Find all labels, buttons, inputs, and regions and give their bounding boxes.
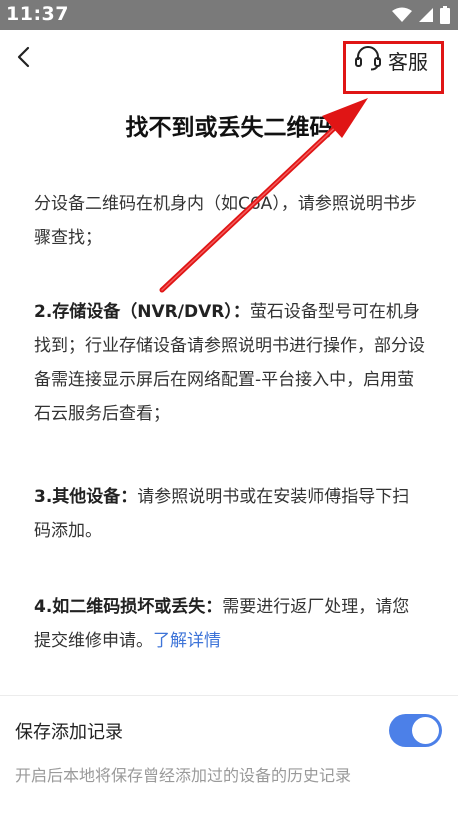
status-icons xyxy=(392,6,450,28)
toggle-knob xyxy=(412,717,439,744)
paragraph-1: 分设备二维码在机身内（如C6A），请参照说明书步骤查找； xyxy=(34,187,426,255)
status-bar: 11:37 xyxy=(0,0,458,30)
paragraph-2: 2.存储设备（NVR/DVR）：萤石设备型号可在机身找到；行业存储设备请参照说明… xyxy=(34,295,426,431)
battery-icon xyxy=(440,6,450,28)
save-record-toggle[interactable] xyxy=(389,714,442,747)
learn-more-link[interactable]: 了解详情 xyxy=(153,631,221,651)
paragraph-3: 3.其他设备：请参照说明书或在安装师傅指导下扫码添加。 xyxy=(34,480,426,548)
cellular-signal-icon xyxy=(418,7,434,27)
status-time: 11:37 xyxy=(6,3,69,25)
wifi-icon xyxy=(392,7,412,27)
save-record-label: 保存添加记录 xyxy=(15,722,123,743)
chevron-left-icon xyxy=(16,46,30,72)
paragraph-4-heading: 4.如二维码损坏或丢失： xyxy=(34,597,223,617)
annotation-highlight-box xyxy=(343,41,444,94)
paragraph-4: 4.如二维码损坏或丢失：需要进行返厂处理，请您提交维修申请。了解详情 xyxy=(34,590,426,658)
back-button[interactable] xyxy=(8,44,38,74)
paragraph-3-heading: 3.其他设备： xyxy=(34,487,138,507)
paragraph-1-text: 分设备二维码在机身内（如C6A），请参照说明书步骤查找； xyxy=(34,194,417,248)
paragraph-2-heading: 2.存储设备（NVR/DVR）： xyxy=(34,302,250,322)
page-title: 找不到或丢失二维码 xyxy=(125,115,333,141)
divider xyxy=(0,695,458,696)
save-record-description: 开启后本地将保存曾经添加过的设备的历史记录 xyxy=(15,766,352,785)
